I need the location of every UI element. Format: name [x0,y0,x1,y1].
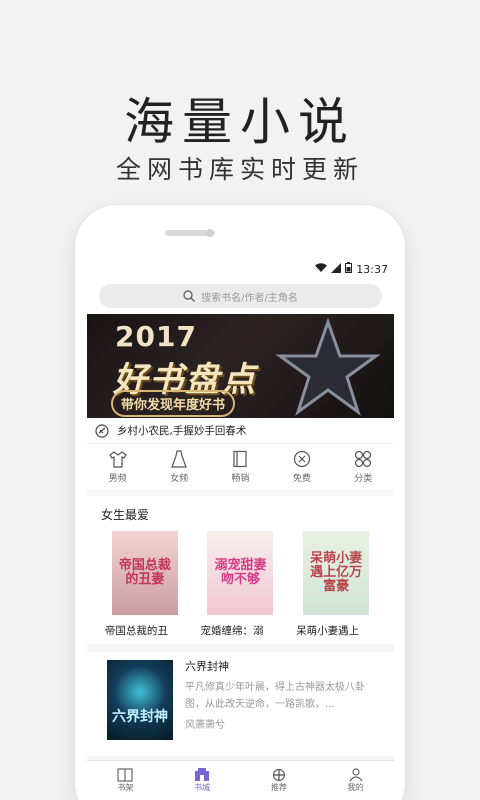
category-label: 女频 [170,474,189,484]
free-tag-icon [293,450,310,468]
battery-icon [345,262,353,276]
category-label: 畅销 [231,474,250,484]
tab-label: 我的 [347,783,364,792]
profile-icon [349,768,363,782]
hero-title: 海量小说 [124,93,356,151]
male-shirt-icon [108,451,127,468]
bottom-tab-bar: 书架 书城 推荐 我的 [87,760,394,800]
star-decoration-icon [275,318,381,416]
featured-cover: 六界封神 [107,660,173,740]
book-title: 宠婚缠绵：溺 [200,625,264,637]
category-label: 免费 [292,474,311,484]
category-classify[interactable]: 分类 [339,450,387,490]
bookshelf-icon [117,768,133,782]
app-screen: 13:37 搜索书名/作者/主角名 2017 好书盘点 带你发现年度好书 乡村小… [87,258,394,800]
tab-bookshelf[interactable]: 书架 [117,768,133,793]
book-title: 呆萌小妻遇上 [296,625,360,637]
book-card[interactable]: 溺宠甜妻吻不够 宠婚缠绵：溺 [200,531,280,638]
banner-tagline: 带你发现年度好书 [111,390,236,417]
hero-subtitle: 全网书库实时更新 [115,155,364,184]
book-list: 帝国总裁的丑妻 帝国总裁的丑 溺宠甜妻吻不够 宠婚缠绵：溺 呆萌小妻遇上亿万富豪… [97,531,384,638]
notice-bar[interactable]: 乡村小农民,手握妙手回春术 [87,418,394,444]
signal-icon [331,262,342,276]
category-label: 分类 [354,474,373,484]
search-area: 搜索书名/作者/主角名 [87,280,394,314]
featured-title: 六界封神 [185,660,229,673]
tab-label: 书架 [117,783,134,792]
tab-label: 推荐 [270,783,287,792]
status-bar: 13:37 [87,258,394,280]
tab-recommend[interactable]: 推荐 [271,768,287,793]
tab-bookstore[interactable]: 书城 [194,768,210,793]
category-label: 男频 [108,474,127,484]
tab-profile[interactable]: 我的 [348,768,364,793]
book-cover: 呆萌小妻遇上亿万富豪 [303,531,370,615]
book-card[interactable]: 帝国总裁的丑妻 帝国总裁的丑 [105,531,185,638]
category-nav: 男频 女频 畅销 免费 分类 [87,444,394,490]
promo-banner[interactable]: 2017 好书盘点 带你发现年度好书 [87,314,394,418]
grid-icon [355,450,372,468]
category-female[interactable]: 女频 [155,450,203,490]
category-bestseller[interactable]: 畅销 [216,450,264,490]
wifi-icon [315,262,328,276]
book-title: 帝国总裁的丑 [104,625,168,637]
female-favorites-section: 女生最爱 帝国总裁的丑妻 帝国总裁的丑 溺宠甜妻吻不够 宠婚缠绵：溺 呆萌小妻遇… [87,496,394,644]
search-placeholder: 搜索书名/作者/主角名 [201,292,298,304]
category-free[interactable]: 免费 [278,450,326,490]
search-input[interactable]: 搜索书名/作者/主角名 [99,284,382,308]
featured-book[interactable]: 六界封神 六界封神 平凡修真少年叶晨，得上古神器太极八卦图，从此改天逆命，一路凯… [87,652,394,756]
book-cover: 溺宠甜妻吻不够 [207,531,274,615]
tab-label: 书城 [194,783,211,792]
book-cover: 帝国总裁的丑妻 [111,531,178,615]
featured-author: 风萧萧兮 [185,720,225,731]
phone-camera [206,229,214,237]
recommend-icon [272,768,285,782]
status-time: 13:37 [356,262,388,276]
broadcast-icon [95,423,109,438]
notice-text: 乡村小农民,手握妙手回春术 [117,425,247,437]
search-icon [183,290,196,302]
female-dress-icon [171,450,187,468]
book-icon [233,450,248,468]
banner-year: 2017 [115,320,197,353]
featured-description: 平凡修真少年叶晨，得上古神器太极八卦图，从此改天逆命，一路凯歌，... [185,682,365,710]
book-card[interactable]: 呆萌小妻遇上亿万富豪 呆萌小妻遇上 [296,531,376,638]
section-title: 女生最爱 [101,508,150,522]
category-male[interactable]: 男频 [94,450,142,490]
bookstore-icon [195,768,210,781]
